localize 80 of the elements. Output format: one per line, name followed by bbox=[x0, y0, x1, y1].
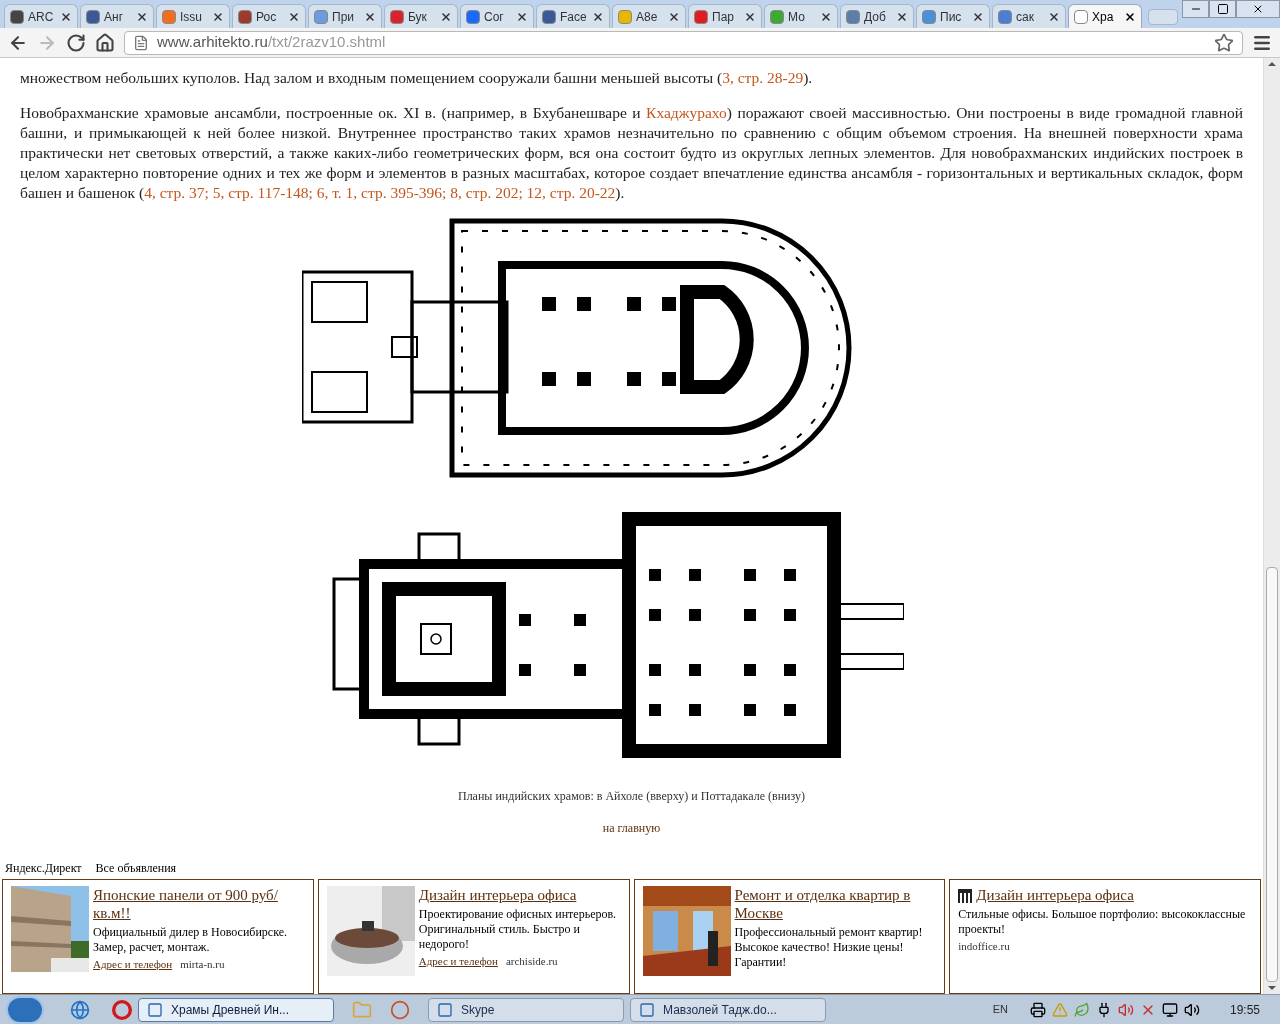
browser-tab[interactable]: Пис bbox=[916, 4, 990, 28]
browser-icon[interactable] bbox=[70, 999, 90, 1020]
clock[interactable]: 19:55 bbox=[1229, 1000, 1260, 1019]
volume-icon[interactable] bbox=[1183, 1001, 1200, 1018]
restore-button[interactable] bbox=[1209, 0, 1236, 18]
printer-icon[interactable] bbox=[1029, 1001, 1046, 1018]
ad-description: Проектирование офисных интерьеров. Оригинальный стиль. Быстро и недорого! bbox=[418, 907, 618, 952]
reference-link[interactable]: Кхаджурахо bbox=[646, 104, 727, 121]
ad-title-link[interactable]: Дизайн интерьера офиса bbox=[976, 886, 1134, 904]
browser-tab[interactable]: Сог bbox=[460, 4, 534, 28]
close-icon[interactable] bbox=[972, 10, 984, 23]
minimize-button[interactable] bbox=[1182, 0, 1209, 18]
url-text: www.arhitekto.ru/txt/2razv10.shtml bbox=[157, 32, 387, 53]
window-icon bbox=[147, 1001, 163, 1018]
browser-tab[interactable]: А8е bbox=[612, 4, 686, 28]
app-icon[interactable] bbox=[390, 999, 410, 1020]
reference-link[interactable]: 4, стр. 37; 5, стр. 117-148; 6, т. 1, стр. 395-396; 8, стр. 202; 12, стр. 20-22 bbox=[144, 184, 616, 201]
close-icon[interactable] bbox=[1048, 10, 1060, 23]
close-icon[interactable] bbox=[440, 10, 452, 23]
close-icon[interactable] bbox=[896, 10, 908, 23]
close-icon[interactable] bbox=[364, 10, 376, 23]
browser-tab[interactable]: Рос bbox=[232, 4, 306, 28]
browser-tab[interactable]: При bbox=[308, 4, 382, 28]
home-icon[interactable] bbox=[95, 32, 115, 53]
close-icon[interactable] bbox=[60, 10, 72, 23]
page-icon bbox=[133, 34, 149, 51]
close-icon bbox=[1252, 3, 1264, 15]
close-icon[interactable] bbox=[592, 10, 604, 23]
contact-link[interactable]: Адрес и телефон bbox=[93, 958, 173, 971]
browser-tab[interactable]: Face bbox=[536, 4, 610, 28]
bookmark-star-icon[interactable] bbox=[1214, 32, 1234, 53]
ad-description: Стильные офисы. Большое портфолио: высококлассные проекты! bbox=[958, 907, 1247, 937]
taskbar-button[interactable]: Skype bbox=[428, 997, 624, 1022]
reload-icon[interactable] bbox=[66, 32, 86, 53]
scrollbar-thumb[interactable] bbox=[1266, 567, 1278, 982]
close-icon[interactable] bbox=[136, 10, 148, 23]
building-icon bbox=[958, 889, 973, 903]
browser-tab[interactable]: Пар bbox=[688, 4, 762, 28]
browser-tab[interactable]: Бук bbox=[384, 4, 458, 28]
article-paragraph: множеством небольших куполов. Над залом и входным помещением сооружали башни меньшей высоты (3, стр. 28-29). bbox=[20, 68, 814, 88]
browser-tab[interactable]: ARC bbox=[4, 4, 78, 28]
address-bar[interactable]: www.arhitekto.ru/txt/2razv10.shtml bbox=[124, 30, 1243, 55]
home-link[interactable]: на главную bbox=[602, 819, 661, 837]
close-icon[interactable] bbox=[212, 10, 224, 23]
close-icon[interactable] bbox=[744, 10, 756, 23]
close-icon[interactable] bbox=[668, 10, 680, 23]
ad-title-link[interactable]: Японские панели от 900 руб/кв.м!! bbox=[93, 886, 305, 922]
contact-link[interactable]: Адрес и телефон bbox=[418, 955, 498, 968]
reference-link[interactable]: 3, стр. 28-29 bbox=[722, 69, 804, 86]
ads-label: Яндекс.Директ bbox=[5, 860, 82, 877]
close-icon[interactable] bbox=[820, 10, 832, 23]
close-icon[interactable] bbox=[288, 10, 300, 23]
ad-description: Профессиональный ремонт квартир! Высокое качество! Низкие цены! Гарантии! bbox=[734, 925, 924, 970]
ad-description: Официальный дилер в Новосибирске. Замер, расчет, монтаж. bbox=[93, 925, 289, 955]
ad-domain: archiside.ru bbox=[505, 955, 558, 968]
browser-tab[interactable]: Хра bbox=[1068, 4, 1142, 28]
browser-tab[interactable]: Анг bbox=[80, 4, 154, 28]
window-icon bbox=[639, 1001, 655, 1018]
ad-domain: mirta-n.ru bbox=[180, 958, 225, 971]
figure-caption: Планы индийских храмов: в Айхоле (вверху) и Поттадакале (внизу) bbox=[457, 788, 805, 805]
ad-title-link[interactable]: Ремонт и отделка квартир в Москве bbox=[734, 886, 937, 922]
start-button[interactable] bbox=[6, 995, 44, 1024]
restore-icon bbox=[1216, 3, 1229, 15]
window-icon bbox=[437, 1001, 453, 1018]
browser-tab[interactable]: Мо bbox=[764, 4, 838, 28]
language-indicator[interactable]: EN bbox=[992, 1001, 1008, 1018]
all-ads-link[interactable]: Все объявления bbox=[95, 859, 177, 877]
taskbar-button[interactable]: Храмы Древней Ин... bbox=[138, 997, 334, 1022]
ad-domain: indoffice.ru bbox=[958, 940, 1010, 953]
browser-tab[interactable]: Issu bbox=[156, 4, 230, 28]
scrollbar[interactable] bbox=[1263, 58, 1280, 994]
taskbar-button[interactable]: Мавзолей Тадж.do... bbox=[630, 997, 826, 1022]
close-icon[interactable] bbox=[516, 10, 528, 23]
browser-tab[interactable]: Доб bbox=[840, 4, 914, 28]
monitor-icon[interactable] bbox=[1161, 1001, 1178, 1018]
article-paragraph: Новобрахманские храмовые ансамбли, построенные ок. XI в. (например, в Бхубанешваре и Кхаджурахо) поражают своей массивностью. Они построены в виде громадной главной башни, и примыкающей к ней более низкой. Внутреннее пространство таких храмов незначительно по сравнению с общим объемом строения. На внешней поверхности храма практически нет световых отверстий, а также каких-либо геометрических форм, вся она состоит будто из округлых лепных элементов. Для новобрахманских индийских построек в целом характерно повторение одних и тех же форм и элементов в разных масштабах, которое создает впечатление единства ансамбля - горизонтальных и вертикальных складок, форм башен и башенок (4, стр. 37; 5, стр. 117-148; 6, т. 1, стр. 395-396; 8, стр. 202; 12, стр. 20-22). bbox=[20, 103, 1243, 203]
speaker-icon[interactable] bbox=[1117, 1001, 1134, 1018]
close-icon[interactable] bbox=[1124, 10, 1136, 23]
browser-tab[interactable]: сак bbox=[992, 4, 1066, 28]
ad-title-link[interactable]: Дизайн интерьера офиса bbox=[418, 886, 621, 904]
